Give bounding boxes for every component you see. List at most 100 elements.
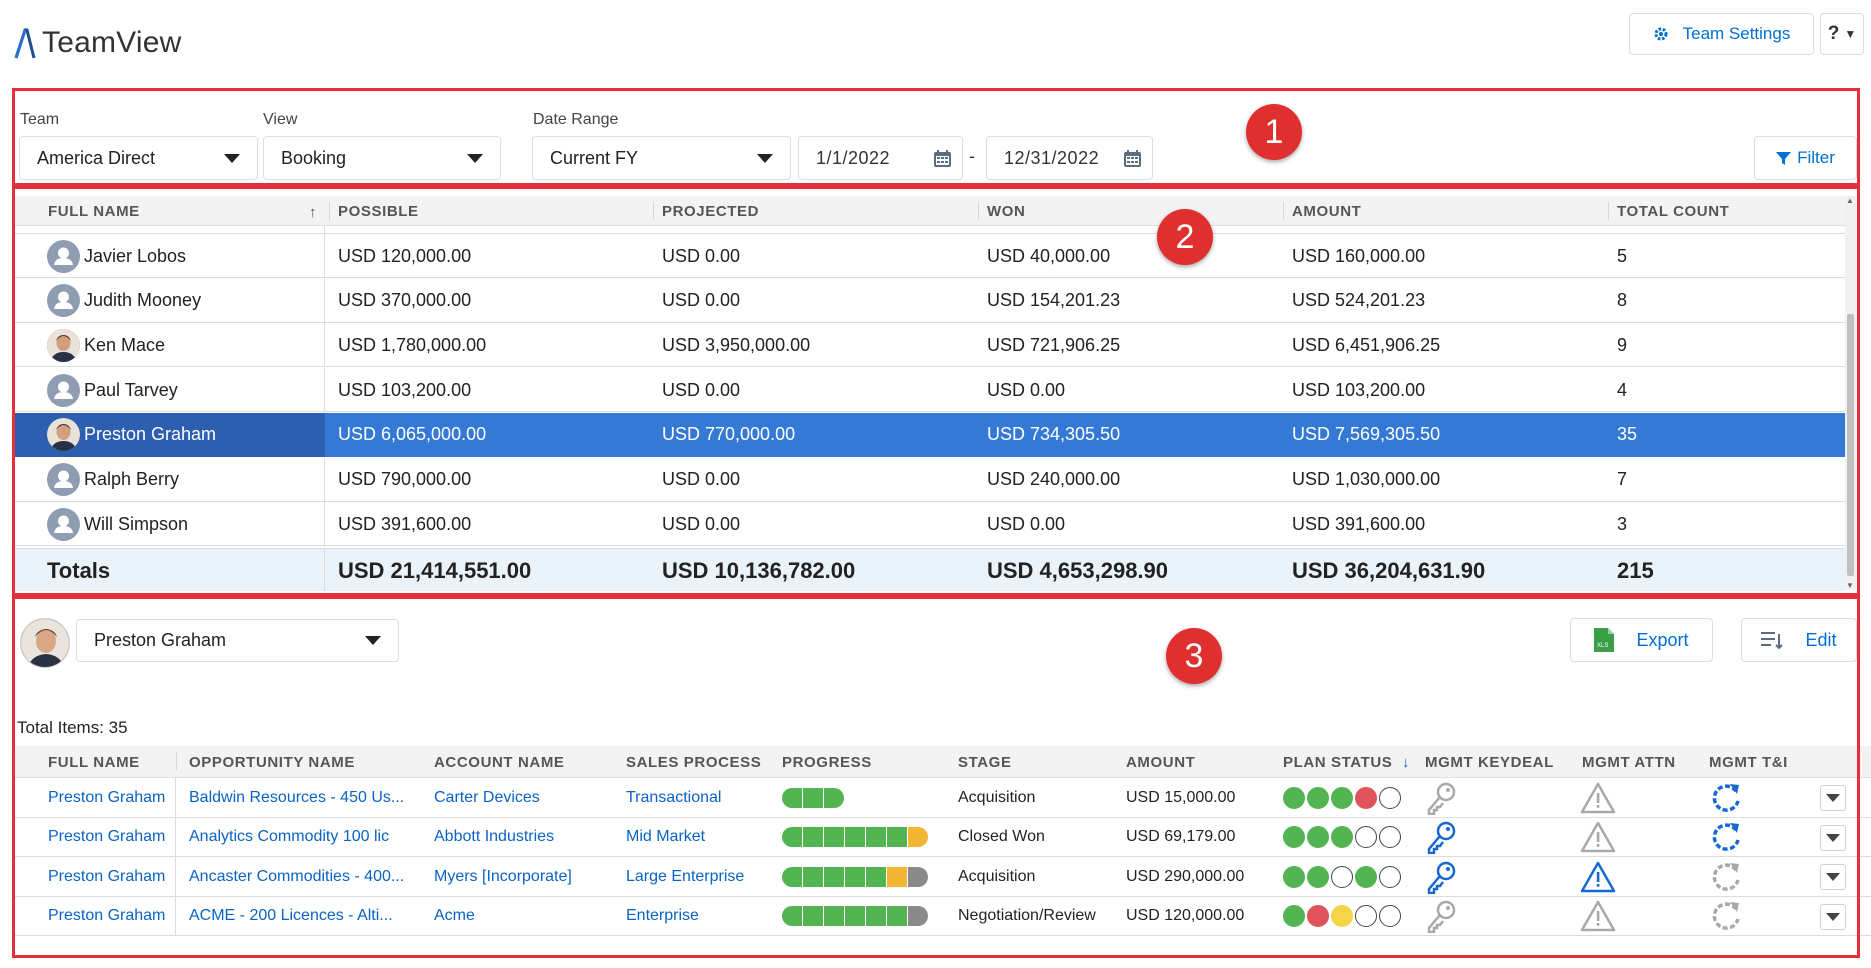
detail-name-cell: Preston Graham: [15, 857, 176, 897]
full-name-link[interactable]: Preston Graham: [48, 789, 165, 807]
sort-descending-icon[interactable]: ↓: [1402, 754, 1410, 771]
row-actions-dropdown[interactable]: [1820, 824, 1846, 851]
opportunity-name-link[interactable]: Ancaster Commodities - 400...: [189, 857, 429, 897]
start-date-input[interactable]: 1/1/2022: [798, 136, 963, 180]
table-row[interactable]: Preston Graham ACME - 200 Licences - Alti…: [15, 896, 1871, 937]
row-actions-dropdown[interactable]: [1820, 785, 1846, 811]
warning-icon[interactable]: [1580, 778, 1630, 818]
key-icon[interactable]: [1425, 897, 1475, 937]
totals-possible: USD 21,414,551.00: [338, 557, 532, 583]
filter-button[interactable]: Filter: [1754, 136, 1857, 180]
progress-segment: [824, 906, 844, 927]
sales-process-link[interactable]: Transactional: [626, 778, 776, 818]
refresh-icon[interactable]: [1709, 818, 1759, 858]
column-header-projected[interactable]: PROJECTED: [662, 196, 759, 226]
table-row[interactable]: Javier Lobos USD 120,000.00 USD 0.00 USD 40…: [15, 234, 1845, 278]
column-header-amount[interactable]: AMOUNT: [1292, 196, 1361, 226]
column-header-sales-process[interactable]: SALES PROCESS: [626, 746, 761, 778]
column-header-account-name[interactable]: ACCOUNT NAME: [434, 746, 565, 778]
key-icon[interactable]: [1425, 818, 1475, 858]
sales-process-link[interactable]: Large Enterprise: [626, 857, 776, 897]
status-dot-icon: [1283, 786, 1305, 809]
column-header-opportunity-name[interactable]: OPPORTUNITY NAME: [189, 746, 355, 778]
scroll-up-icon[interactable]: ▲: [1846, 196, 1854, 205]
person-select-value: Preston Graham: [94, 630, 227, 650]
column-header-won[interactable]: WON: [987, 196, 1025, 226]
column-header-plan-status[interactable]: PLAN STATUS: [1283, 746, 1392, 778]
opportunity-name-link[interactable]: Baldwin Resources - 450 Us...: [189, 778, 429, 818]
column-header-stage[interactable]: STAGE: [958, 746, 1012, 778]
date-range-select[interactable]: Current FY: [532, 136, 791, 180]
xls-file-icon: XLS: [1594, 628, 1615, 652]
team-settings-button[interactable]: Team Settings: [1629, 13, 1814, 55]
summary-projected-cell: USD 0.00: [662, 469, 741, 489]
summary-count-cell: 4: [1617, 379, 1628, 400]
opportunity-name-link[interactable]: ACME - 200 Licences - Alti...: [189, 897, 429, 937]
table-row[interactable]: Preston Graham Baldwin Resources - 450 Us…: [15, 778, 1871, 818]
account-name-link[interactable]: Myers [Incorporate]: [434, 857, 619, 897]
sales-process-link[interactable]: Mid Market: [626, 818, 776, 858]
column-header-amount[interactable]: AMOUNT: [1126, 746, 1195, 778]
team-select[interactable]: America Direct: [19, 136, 258, 180]
scroll-down-icon[interactable]: ▼: [1846, 581, 1854, 590]
person-select[interactable]: Preston Graham: [76, 619, 399, 662]
warning-icon[interactable]: [1580, 857, 1630, 897]
account-name-link[interactable]: Carter Devices: [434, 778, 619, 818]
key-icon[interactable]: [1425, 778, 1475, 818]
chevron-down-icon: [1826, 912, 1840, 921]
opportunity-name-link[interactable]: Analytics Commodity 100 lic: [189, 818, 429, 858]
detail-name-cell: Preston Graham: [15, 817, 176, 857]
column-header-mgmt-keydeal[interactable]: MGMT KEYDEAL: [1425, 746, 1554, 778]
key-icon[interactable]: [1425, 857, 1475, 897]
row-actions-dropdown[interactable]: [1820, 903, 1846, 930]
sort-ascending-icon[interactable]: ↑: [309, 204, 317, 221]
table-row[interactable]: Judith Mooney USD 370,000.00 USD 0.00 USD 1…: [15, 278, 1845, 323]
column-header-progress[interactable]: PROGRESS: [782, 746, 872, 778]
refresh-icon[interactable]: [1709, 778, 1759, 818]
status-dot-icon: [1283, 905, 1305, 928]
column-header-total-count[interactable]: TOTAL COUNT: [1617, 196, 1729, 226]
export-button[interactable]: XLS Export: [1570, 618, 1713, 662]
edit-button[interactable]: Edit: [1741, 618, 1857, 662]
refresh-icon[interactable]: [1709, 897, 1759, 937]
sales-process-link[interactable]: Enterprise: [626, 897, 776, 937]
table-row[interactable]: Preston Graham Ancaster Commodities - 400…: [15, 857, 1871, 897]
refresh-icon[interactable]: [1709, 857, 1759, 897]
account-name-link[interactable]: Abbott Industries: [434, 818, 619, 858]
summary-possible-cell: USD 6,065,000.00: [338, 424, 487, 445]
table-row[interactable]: Preston Graham USD 6,065,000.00 USD 770,00…: [15, 412, 1845, 457]
help-button[interactable]: ? ▼: [1820, 13, 1864, 55]
summary-full-name: Judith Mooney: [84, 290, 202, 311]
summary-scrollbar[interactable]: ▲ ▼: [1845, 196, 1856, 590]
view-select[interactable]: Booking: [263, 136, 501, 180]
column-header-mgmt-attn[interactable]: MGMT ATTN: [1582, 746, 1676, 778]
table-row[interactable]: Will Simpson USD 391,600.00 USD 0.00 USD 0.…: [15, 502, 1845, 547]
table-row[interactable]: Paul Tarvey USD 103,200.00 USD 0.00 USD 0.0…: [15, 368, 1845, 413]
column-divider: [1283, 202, 1284, 220]
table-row[interactable]: Ken Mace USD 1,780,000.00 USD 3,950,000.00…: [15, 323, 1845, 368]
column-header-full-name[interactable]: FULL NAME: [48, 196, 140, 226]
table-row[interactable]: Preston Graham Analytics Commodity 100 li…: [15, 817, 1871, 858]
calendar-icon[interactable]: [933, 149, 952, 168]
full-name-link[interactable]: Preston Graham: [48, 907, 165, 925]
column-divider: [176, 752, 177, 770]
scrollbar-thumb[interactable]: [1847, 314, 1854, 576]
calendar-icon[interactable]: [1123, 149, 1142, 168]
progress-segment: [887, 906, 907, 927]
account-name-link[interactable]: Acme: [434, 897, 619, 937]
column-header-full-name[interactable]: FULL NAME: [48, 746, 140, 778]
summary-projected-cell: USD 0.00: [662, 290, 741, 311]
full-name-link[interactable]: Preston Graham: [48, 828, 165, 846]
row-actions-dropdown[interactable]: [1820, 864, 1846, 890]
warning-icon[interactable]: [1580, 897, 1630, 937]
amount-cell: USD 69,179.00: [1126, 828, 1236, 846]
callout-badge-2: 2: [1157, 209, 1213, 265]
progress-segment: [908, 866, 928, 887]
column-header-mgmt-ti[interactable]: MGMT T&I: [1709, 746, 1788, 778]
full-name-link[interactable]: Preston Graham: [48, 868, 165, 886]
warning-icon[interactable]: [1580, 818, 1630, 858]
user-photo-icon: [47, 328, 80, 362]
end-date-input[interactable]: 12/31/2022: [986, 136, 1153, 180]
table-row[interactable]: Ralph Berry USD 790,000.00 USD 0.00 USD 240…: [15, 457, 1845, 502]
column-header-possible[interactable]: POSSIBLE: [338, 196, 419, 226]
